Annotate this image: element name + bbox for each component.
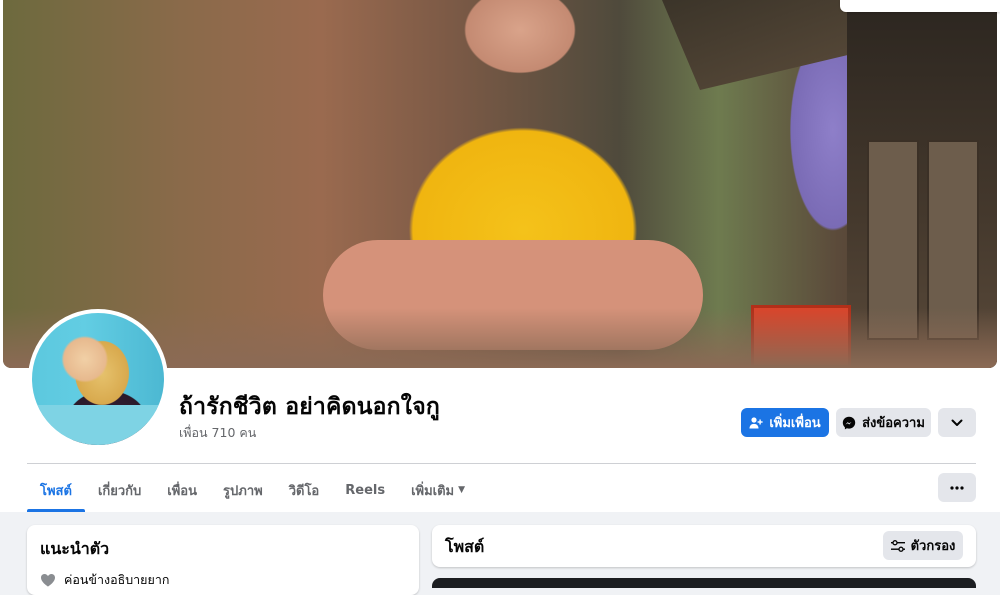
- add-friend-button[interactable]: เพิ่มเพื่อน: [741, 408, 829, 437]
- messenger-icon: [842, 416, 856, 429]
- heart-icon: [41, 574, 55, 587]
- profile-tabs: โพสต์ เกี่ยวกับ เพื่อน รูปภาพ วิดีโอ Ree…: [27, 468, 478, 512]
- tab-more-label: เพิ่มเติม: [411, 483, 455, 499]
- tab-videos-label: วิดีโอ: [288, 483, 320, 499]
- profile-avatar[interactable]: [28, 309, 168, 449]
- filter-button[interactable]: ตัวกรอง: [883, 531, 963, 560]
- friends-count[interactable]: เพื่อน 710 คน: [179, 423, 256, 443]
- posts-title: โพสต์: [445, 537, 485, 556]
- tab-about[interactable]: เกี่ยวกับ: [85, 468, 154, 512]
- intro-card: แนะนำตัว ค่อนข้างอธิบายยาก: [27, 525, 419, 595]
- cover-photo[interactable]: [3, 0, 997, 368]
- top-right-overlay: [840, 0, 1000, 12]
- message-label: ส่งข้อความ: [862, 416, 925, 431]
- tab-reels-label: Reels: [345, 482, 386, 498]
- tab-photos-label: รูปภาพ: [223, 483, 263, 499]
- ellipsis-icon: [950, 485, 964, 490]
- relationship-row: ค่อนข้างอธิบายยาก: [40, 570, 169, 590]
- tab-videos[interactable]: วิดีโอ: [276, 468, 333, 512]
- tab-friends[interactable]: เพื่อน: [154, 468, 210, 512]
- tab-more[interactable]: เพิ่มเติม ▼: [398, 468, 478, 512]
- post-preview[interactable]: [432, 578, 976, 588]
- tab-photos[interactable]: รูปภาพ: [210, 468, 276, 512]
- more-actions-dropdown[interactable]: [938, 408, 976, 437]
- tab-posts-label: โพสต์: [40, 483, 72, 499]
- profile-name: ถ้ารักชีวิต อย่าคิดนอกใจกู: [179, 394, 441, 420]
- add-friend-label: เพิ่มเพื่อน: [769, 416, 821, 431]
- tab-about-label: เกี่ยวกับ: [97, 483, 142, 499]
- tab-friends-label: เพื่อน: [167, 483, 198, 499]
- tab-posts[interactable]: โพสต์: [27, 468, 85, 512]
- relationship-status: ค่อนข้างอธิบายยาก: [64, 572, 170, 587]
- avatar-floor-shape: [32, 405, 164, 445]
- chevron-down-icon: [951, 419, 963, 426]
- filter-label: ตัวกรอง: [910, 539, 956, 554]
- tab-reels[interactable]: Reels: [332, 468, 398, 512]
- intro-title: แนะนำตัว: [40, 539, 110, 558]
- person-plus-icon: [749, 416, 763, 428]
- sliders-icon: [890, 539, 905, 552]
- cover-roof-shape: [662, 0, 852, 90]
- message-button[interactable]: ส่งข้อความ: [836, 408, 931, 437]
- header-divider: [27, 463, 976, 464]
- profile-header: ถ้ารักชีวิต อย่าคิดนอกใจกู เพื่อน 710 คน…: [0, 0, 1000, 512]
- caret-down-icon: ▼: [458, 485, 466, 495]
- profile-more-button[interactable]: [938, 473, 976, 502]
